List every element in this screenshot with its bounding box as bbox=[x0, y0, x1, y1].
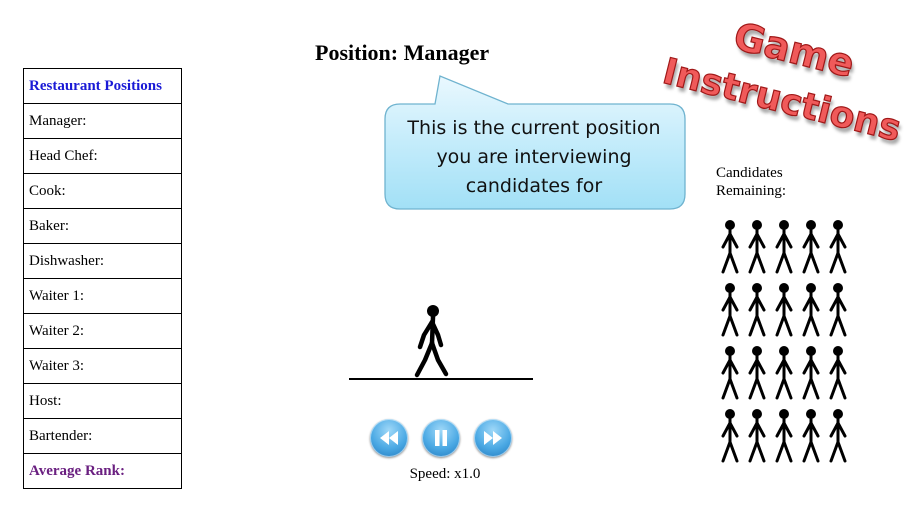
callout-line: candidates for bbox=[465, 175, 603, 197]
candidate-icon bbox=[829, 220, 847, 274]
candidates-crowd bbox=[716, 216, 858, 468]
candidate-icon bbox=[748, 346, 766, 400]
pause-icon bbox=[435, 430, 447, 446]
candidate-icon bbox=[802, 283, 820, 337]
position-row: Host: bbox=[23, 383, 182, 419]
positions-header: Restaurant Positions bbox=[23, 68, 182, 104]
fast-forward-icon bbox=[484, 431, 502, 445]
positions-table: Restaurant Positions Manager: Head Chef:… bbox=[23, 68, 182, 489]
candidates-label-line: Remaining: bbox=[716, 183, 786, 199]
position-row: Dishwasher: bbox=[23, 243, 182, 279]
position-row: Baker: bbox=[23, 208, 182, 244]
candidate-icon bbox=[721, 283, 739, 337]
callout-line: This is the current position bbox=[407, 117, 661, 139]
candidates-label-line: Candidates bbox=[716, 165, 783, 181]
position-row: Cook: bbox=[23, 173, 182, 209]
candidate-icon bbox=[802, 220, 820, 274]
candidates-remaining-label: Candidates Remaining: bbox=[716, 164, 826, 200]
position-row: Bartender: bbox=[23, 418, 182, 454]
candidate-icon bbox=[802, 409, 820, 463]
candidate-icon bbox=[829, 409, 847, 463]
candidate-icon bbox=[829, 283, 847, 337]
rewind-icon bbox=[380, 431, 398, 445]
candidate-icon bbox=[721, 220, 739, 274]
candidate-icon bbox=[829, 346, 847, 400]
game-instructions-button[interactable]: Game Instructions bbox=[655, 8, 906, 150]
candidate-walking-figure bbox=[349, 305, 533, 380]
playback-controls bbox=[368, 419, 516, 459]
candidate-icon bbox=[775, 283, 793, 337]
position-row: Waiter 3: bbox=[23, 348, 182, 384]
average-rank-label: Average Rank: bbox=[23, 453, 182, 489]
candidate-icon bbox=[748, 220, 766, 274]
speed-label: Speed: x1.0 bbox=[409, 466, 481, 482]
candidate-icon bbox=[748, 283, 766, 337]
callout-line: you are interviewing bbox=[436, 146, 632, 168]
position-row: Head Chef: bbox=[23, 138, 182, 174]
candidate-icon bbox=[721, 409, 739, 463]
candidate-icon bbox=[775, 220, 793, 274]
candidate-icon bbox=[775, 409, 793, 463]
candidate-icon bbox=[721, 346, 739, 400]
position-row: Manager: bbox=[23, 103, 182, 139]
pause-button[interactable] bbox=[422, 419, 460, 457]
stick-figure-icon bbox=[414, 305, 449, 378]
fast-forward-button[interactable] bbox=[474, 419, 512, 457]
candidate-icon bbox=[802, 346, 820, 400]
position-title: Position: Manager bbox=[315, 40, 490, 65]
candidate-icon bbox=[775, 346, 793, 400]
position-row: Waiter 2: bbox=[23, 313, 182, 349]
position-row: Waiter 1: bbox=[23, 278, 182, 314]
candidate-icon bbox=[748, 409, 766, 463]
rewind-button[interactable] bbox=[370, 419, 408, 457]
callout-text: This is the current position you are int… bbox=[392, 114, 676, 201]
